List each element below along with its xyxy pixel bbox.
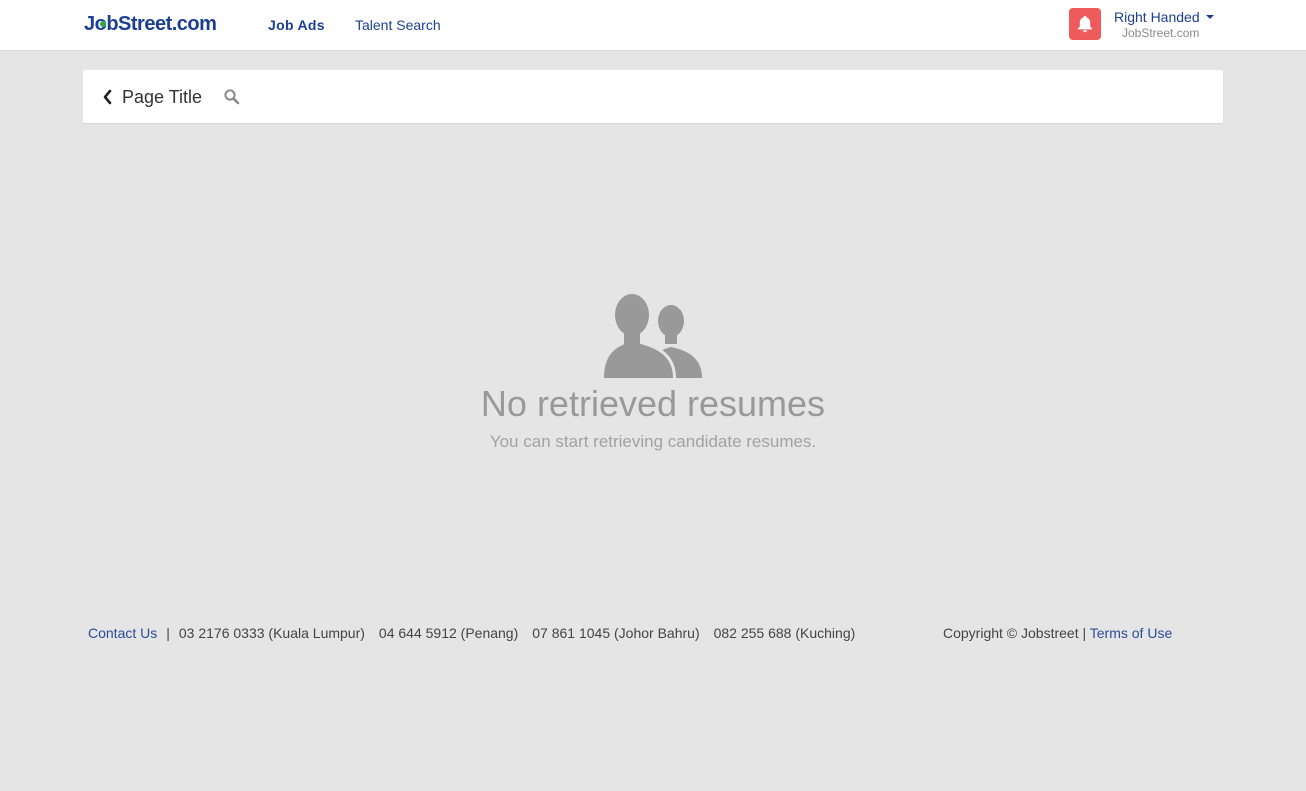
caret-down-icon xyxy=(1205,15,1214,20)
user-menu-dropdown[interactable]: Right Handed JobStreet.com xyxy=(1114,9,1224,41)
page-title: Page Title xyxy=(122,87,203,107)
phone-penang: 04 644 5912 (Penang) xyxy=(378,625,519,641)
logo-text-part: J xyxy=(84,13,95,35)
copyright-text: Copyright © Jobstreet | xyxy=(943,625,1087,641)
footer-copyright: Copyright © Jobstreet | Terms of Use xyxy=(943,625,1172,642)
chevron-left-icon xyxy=(103,89,112,105)
logo-text-part: bStreet.com xyxy=(106,13,217,35)
terms-of-use-link[interactable]: Terms of Use xyxy=(1090,625,1172,641)
top-navbar: JobStreet.com Job Ads Talent Search Righ… xyxy=(0,0,1306,51)
notification-button[interactable] xyxy=(1069,8,1101,40)
phone-kuching: 082 255 688 (Kuching) xyxy=(713,625,856,641)
empty-state-subtitle: You can start retrieving candidate resum… xyxy=(489,432,817,451)
user-name-row: Right Handed xyxy=(1114,9,1224,26)
phone-kuala-lumpur: 03 2176 0333 (Kuala Lumpur) xyxy=(178,625,365,641)
bell-icon xyxy=(1077,15,1093,33)
footer-separator: | xyxy=(166,625,170,641)
empty-state-title: No retrieved resumes xyxy=(480,383,826,424)
user-name: Right Handed xyxy=(1114,9,1200,25)
nav-talent-search[interactable]: Talent Search xyxy=(355,16,441,34)
search-icon xyxy=(224,89,240,105)
nav-job-ads[interactable]: Job Ads xyxy=(268,16,325,34)
page-title-bar: Page Title xyxy=(83,70,1223,123)
user-company: JobStreet.com xyxy=(1122,26,1200,40)
logo-text-part: o xyxy=(94,13,107,35)
contact-us-link[interactable]: Contact Us xyxy=(88,625,157,641)
search-button[interactable] xyxy=(223,88,241,106)
users-icon xyxy=(602,290,704,380)
jobstreet-logo[interactable]: JobStreet.com xyxy=(84,12,217,36)
back-button[interactable] xyxy=(101,88,115,106)
phone-johor-bahru: 07 861 1045 (Johor Bahru) xyxy=(532,625,700,641)
footer-contact: Contact Us | 03 2176 0333 (Kuala Lumpur) 04… xyxy=(88,625,855,642)
